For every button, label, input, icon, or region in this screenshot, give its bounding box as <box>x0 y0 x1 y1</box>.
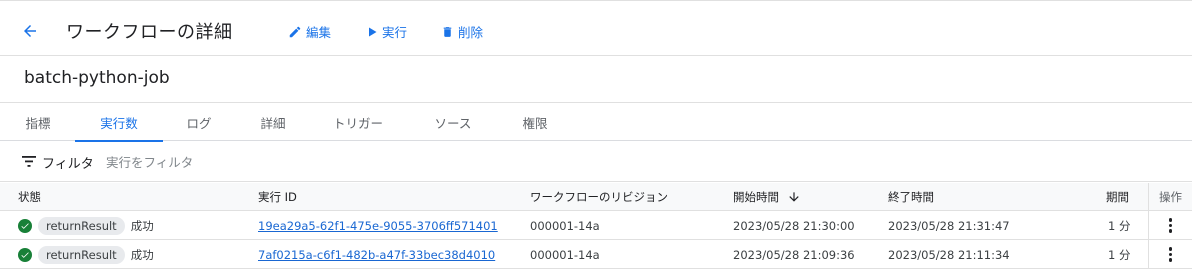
page-header: ワークフローの詳細 編集 実行 削除 <box>0 6 1192 56</box>
column-actions: 操作 <box>1148 183 1192 211</box>
success-check-icon <box>18 218 32 233</box>
tab-details[interactable]: 詳細 <box>250 103 296 141</box>
column-execution-id[interactable]: 実行 ID <box>258 183 297 211</box>
execution-id-link[interactable]: 19ea29a5-62f1-475e-9055-3706ff571401 <box>258 219 498 233</box>
row-actions-menu-button[interactable] <box>1148 240 1192 269</box>
tab-logs[interactable]: ログ <box>176 103 222 141</box>
tab-label: ログ <box>186 115 212 131</box>
tab-triggers[interactable]: トリガー <box>326 103 390 141</box>
status-cell: returnResult 成功 <box>18 211 154 240</box>
filter-label[interactable]: フィルタ <box>42 153 94 172</box>
column-end-time[interactable]: 終了時間 <box>888 183 934 211</box>
column-start-time[interactable]: 開始時間 <box>733 183 801 211</box>
column-status[interactable]: 状態 <box>18 183 41 211</box>
status-cell: returnResult 成功 <box>18 240 154 269</box>
tab-executions[interactable]: 実行数 <box>75 103 163 142</box>
job-name: batch-python-job <box>24 68 170 88</box>
column-start-time-label: 開始時間 <box>733 190 779 204</box>
tab-metrics[interactable]: 指標 <box>12 103 64 141</box>
column-duration[interactable]: 期間 <box>1106 183 1129 211</box>
delete-button[interactable]: 削除 <box>441 22 483 41</box>
tab-label: 実行数 <box>100 115 138 131</box>
row-actions-menu-button[interactable] <box>1148 211 1192 240</box>
result-chip[interactable]: returnResult <box>38 216 125 235</box>
more-vert-icon <box>1168 218 1173 233</box>
tab-permissions[interactable]: 権限 <box>512 103 558 141</box>
tab-label: ソース <box>434 115 472 131</box>
revision-cell: 000001-14a <box>530 247 600 262</box>
filter-bar: フィルタ <box>0 142 1192 182</box>
edit-button[interactable]: 編集 <box>288 22 331 41</box>
result-chip[interactable]: returnResult <box>38 245 125 264</box>
execution-id-link[interactable]: 7af0215a-c6f1-482b-a47f-33bec38d4010 <box>258 248 495 262</box>
revision-cell: 000001-14a <box>530 218 600 233</box>
status-text: 成功 <box>130 247 154 262</box>
edit-button-label: 編集 <box>306 25 332 40</box>
delete-button-label: 削除 <box>458 25 484 40</box>
tab-label: 指標 <box>25 115 51 131</box>
play-icon <box>369 27 377 36</box>
trash-icon <box>443 26 452 37</box>
tab-source[interactable]: ソース <box>424 103 482 141</box>
duration-cell: 1 分 <box>1108 218 1131 233</box>
more-vert-icon <box>1168 247 1173 262</box>
start-time-cell: 2023/05/28 21:30:00 <box>733 218 855 233</box>
column-revision[interactable]: ワークフローのリビジョン <box>530 183 668 211</box>
status-text: 成功 <box>130 218 154 233</box>
page-title: ワークフローの詳細 <box>66 22 233 43</box>
tab-label: トリガー <box>332 115 383 131</box>
table-header: 状態 実行 ID ワークフローのリビジョン 開始時間 終了時間 期間 操作 <box>0 183 1192 211</box>
table-row: returnResult 成功 19ea29a5-62f1-475e-9055-… <box>0 211 1192 240</box>
end-time-cell: 2023/05/28 21:31:47 <box>888 218 1010 233</box>
tab-bar: 指標 実行数 ログ 詳細 トリガー ソース 権限 <box>0 103 1192 142</box>
table-row: returnResult 成功 7af0215a-c6f1-482b-a47f-… <box>0 240 1192 269</box>
tab-label: 権限 <box>522 115 548 131</box>
duration-cell: 1 分 <box>1108 247 1131 262</box>
back-button[interactable] <box>16 17 44 45</box>
arrow-down-sort-icon <box>789 192 799 202</box>
filter-icon[interactable] <box>22 156 36 167</box>
filter-input[interactable] <box>106 151 406 173</box>
pencil-icon <box>289 26 301 37</box>
end-time-cell: 2023/05/28 21:11:34 <box>888 247 1010 262</box>
success-check-icon <box>18 247 32 262</box>
run-button[interactable]: 実行 <box>366 22 407 41</box>
tab-label: 詳細 <box>260 115 286 131</box>
run-button-label: 実行 <box>382 25 408 40</box>
start-time-cell: 2023/05/28 21:09:36 <box>733 247 855 262</box>
arrow-back-icon <box>24 25 36 37</box>
